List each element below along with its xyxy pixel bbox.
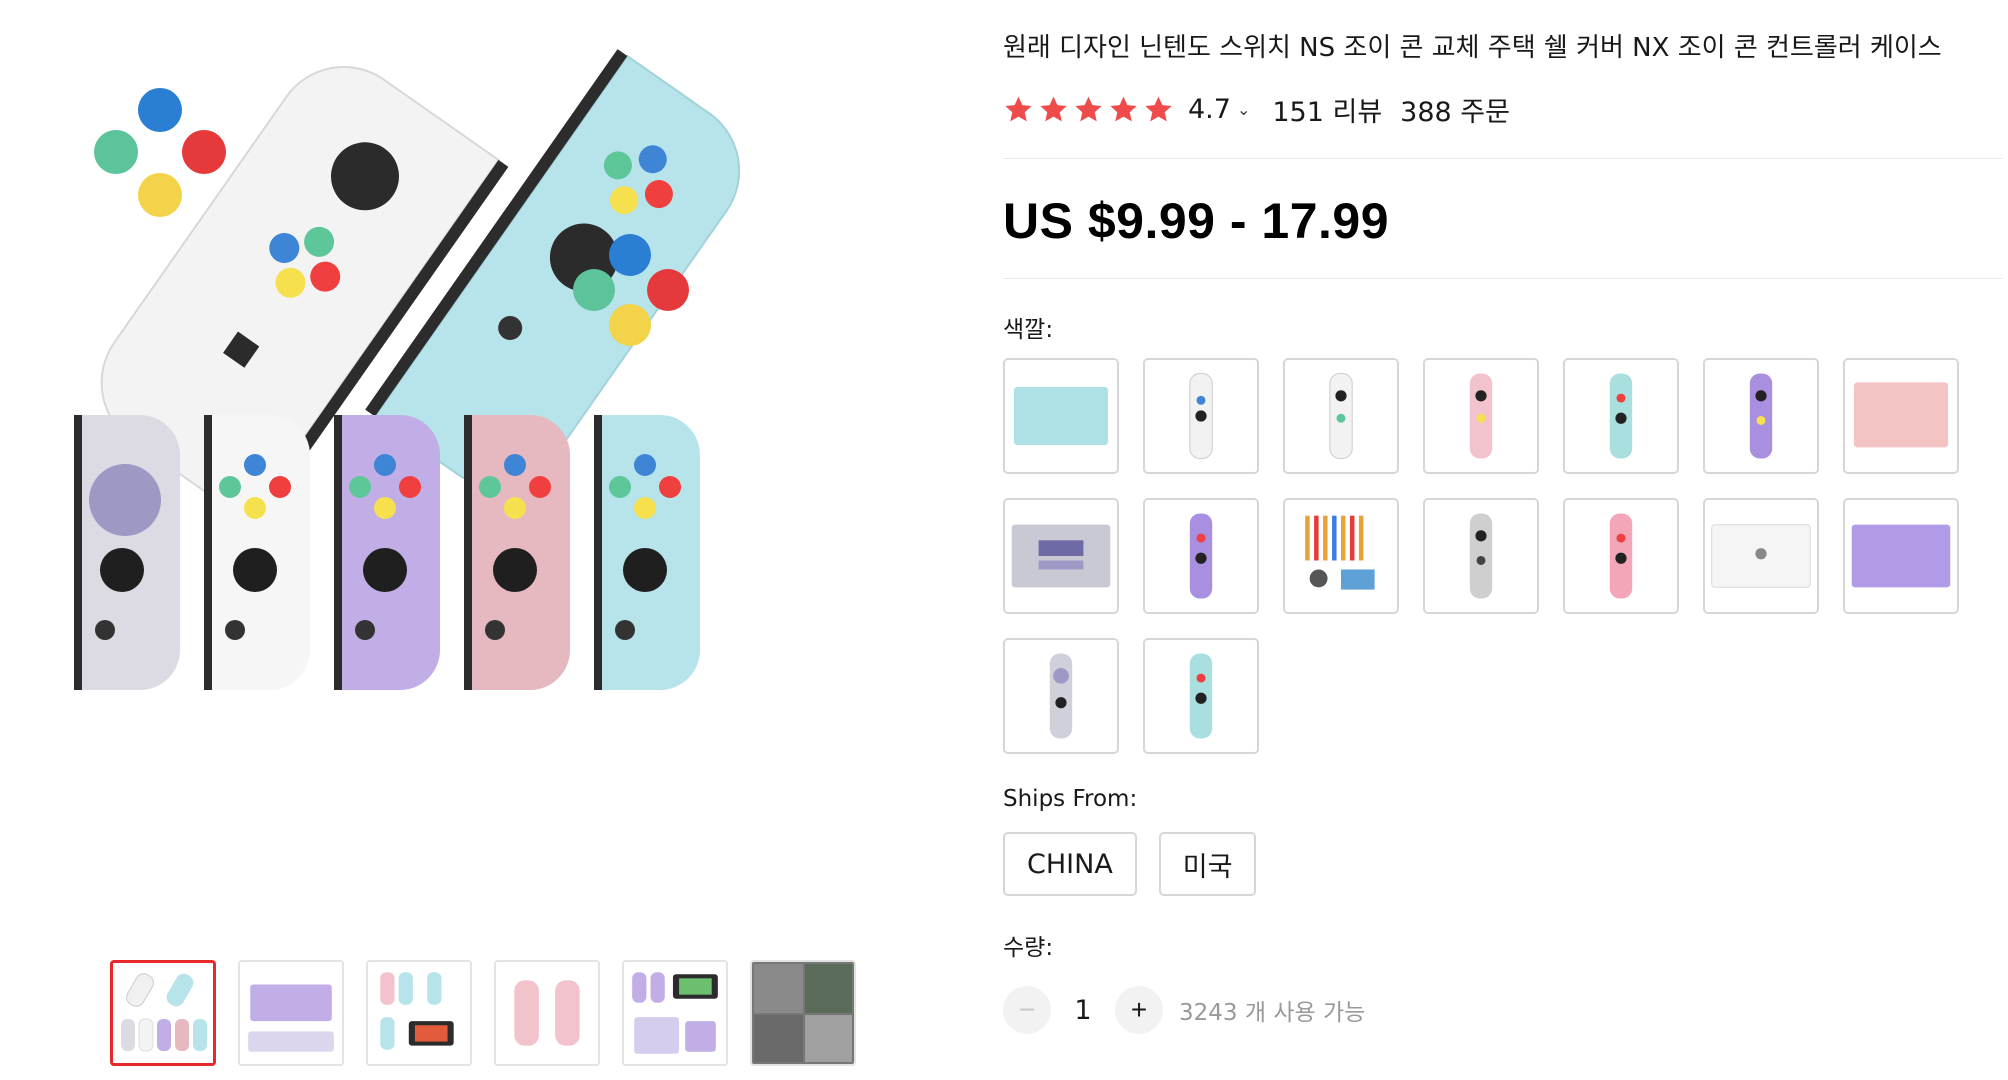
color-label: 색깔: [1003, 317, 1054, 343]
bottom-joycon-row [74, 415, 700, 690]
rating-stars [1003, 94, 1174, 125]
color-swatch-grid [1003, 358, 1959, 754]
swatch-pink-shell-back[interactable] [1843, 358, 1959, 474]
swatch-white-joycon-2[interactable] [1283, 358, 1399, 474]
swatch-purple-shell-back[interactable] [1843, 498, 1959, 614]
swatch-white-shell-back[interactable] [1703, 498, 1819, 614]
ships-from-usa-button[interactable]: 미국 [1158, 832, 1257, 896]
thumbnail-main-set[interactable] [110, 960, 216, 1066]
thumbnail-pink-pair[interactable] [494, 960, 600, 1066]
thumbnail-strip [110, 960, 856, 1066]
rating-row: 4.7 ⌄ 151 리뷰 388 주문 [1003, 90, 1510, 129]
quantity-decrease-button[interactable]: − [1003, 986, 1051, 1034]
ships-from-options: CHINA 미국 [1003, 832, 1257, 896]
swatch-purple-joycon[interactable] [1703, 358, 1819, 474]
quantity-stepper: − 1 + 3243 개 사용 가능 [1003, 986, 1365, 1034]
product-title: 원래 디자인 닌텐도 스위치 NS 조이 콘 교체 주택 쉘 커버 NX 조이 … [1003, 33, 1942, 63]
swatch-pink-joycon[interactable] [1423, 358, 1539, 474]
star-icon [1145, 96, 1172, 122]
swatch-tool-kit[interactable] [1283, 498, 1399, 614]
ships-from-label: Ships From: [1003, 786, 1138, 812]
available-stock: 3243 개 사용 가능 [1179, 1000, 1366, 1026]
quantity-increase-button[interactable]: + [1115, 986, 1163, 1034]
left-button-caps [94, 88, 226, 217]
star-icon [1005, 96, 1032, 122]
thumbnail-purple-set[interactable] [622, 960, 728, 1066]
divider [1003, 158, 2003, 159]
swatch-purple-joycon-2[interactable] [1143, 498, 1259, 614]
thumbnail-purple-shell[interactable] [238, 960, 344, 1066]
ships-from-china-button[interactable]: CHINA [1003, 832, 1137, 896]
star-icon [1110, 96, 1137, 122]
orders-count: 388 주문 [1400, 97, 1510, 128]
swatch-teal-joycon-2[interactable] [1143, 638, 1259, 754]
divider [1003, 278, 2003, 279]
swatch-teal-joycon[interactable] [1563, 358, 1679, 474]
main-product-image[interactable] [70, 40, 910, 900]
chevron-down-icon[interactable]: ⌄ [1237, 100, 1250, 119]
quantity-value[interactable]: 1 [1051, 995, 1115, 1026]
rating-value[interactable]: 4.7 [1188, 94, 1231, 125]
swatch-pink-joycon-2[interactable] [1563, 498, 1679, 614]
swatch-snes-joycon[interactable] [1003, 638, 1119, 754]
thumbnail-mixed-set[interactable] [366, 960, 472, 1066]
reviews-count[interactable]: 151 리뷰 [1272, 90, 1382, 129]
quantity-label: 수량: [1003, 935, 1054, 961]
product-gallery [0, 0, 960, 1080]
swatch-grey-joycon[interactable] [1423, 498, 1539, 614]
product-price: US $9.99 - 17.99 [1003, 193, 1390, 249]
star-icon [1040, 96, 1067, 122]
swatch-light-blue-shell-back[interactable] [1003, 358, 1119, 474]
swatch-snes-shell[interactable] [1003, 498, 1119, 614]
swatch-white-joycon[interactable] [1143, 358, 1259, 474]
thumbnail-photo-collage[interactable] [750, 960, 856, 1066]
star-icon [1075, 96, 1102, 122]
